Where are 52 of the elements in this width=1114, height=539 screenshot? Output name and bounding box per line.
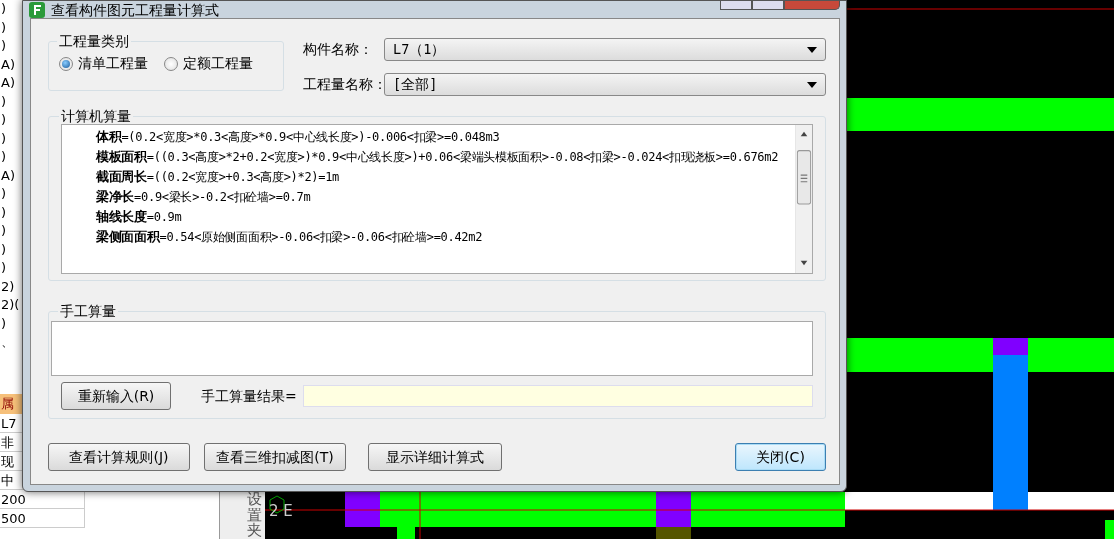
- dialog-button[interactable]: 查看计算规则(J): [48, 443, 190, 471]
- list-item[interactable]: 2)(: [0, 296, 20, 315]
- caret-icon: [807, 46, 817, 53]
- list-item[interactable]: ): [0, 148, 7, 167]
- list-item[interactable]: ): [0, 37, 7, 56]
- radio-option[interactable]: 定额工程量: [164, 53, 253, 74]
- list-item[interactable]: 2): [0, 277, 15, 296]
- list-item[interactable]: ): [0, 203, 7, 222]
- formula-line: 轴线长度=0.9m: [95, 208, 183, 226]
- canvas-label: 2 E: [269, 501, 293, 522]
- property-cell: 500: [0, 508, 85, 528]
- quantity-dropdown[interactable]: [全部]: [384, 73, 826, 96]
- list-item[interactable]: ): [0, 222, 7, 241]
- app-icon: [29, 1, 45, 18]
- list-item[interactable]: ): [0, 92, 7, 111]
- dialog-button[interactable]: 关闭(C): [735, 443, 826, 471]
- formula-line: 梁侧面面积=0.54<原始侧面面积>-0.06<扣梁>-0.06<扣砼墙>=0.42m2: [95, 228, 484, 246]
- list-item[interactable]: ): [0, 185, 7, 204]
- dialog-button[interactable]: 显示详细计算式: [368, 443, 502, 471]
- toolbar-label: 设置夹: [247, 491, 262, 539]
- result-label: 手工算量结果=: [201, 386, 297, 406]
- list-item[interactable]: 、: [0, 333, 14, 352]
- formula-line: 梁净长=0.9<梁长>-0.2<扣砼墙>=0.7m: [95, 188, 312, 206]
- list-item[interactable]: ): [0, 129, 7, 148]
- field-label: 工程量名称：: [303, 75, 384, 94]
- manual-input-field[interactable]: [51, 321, 813, 376]
- group-title: 工程量类别: [58, 33, 130, 49]
- list-item[interactable]: A): [0, 166, 15, 185]
- formula-line: 体积=(0.2<宽度>*0.3<高度>*0.9<中心线长度>)-0.006<扣梁>=0.048m3: [94, 128, 501, 146]
- list-item[interactable]: A): [0, 74, 15, 93]
- window-title: 查看构件图元工程量计算式: [51, 1, 219, 18]
- list-item[interactable]: ): [0, 314, 7, 333]
- component-dropdown[interactable]: L7（1）: [384, 38, 826, 61]
- list-item[interactable]: A): [0, 55, 15, 74]
- list-item[interactable]: ): [0, 111, 7, 130]
- formula-line: 模板面积=((0.3<高度>*2+0.2<宽度>)*0.9<中心线长度>)+0.06<梁端头模板面积>-0.08<扣梁>-0.024<扣现浇板>=0.676m2: [94, 148, 780, 166]
- caret-icon: [807, 81, 817, 88]
- formula-line: 截面周长=((0.2<宽度>+0.3<高度>)*2)=1m: [95, 168, 341, 186]
- radio-option[interactable]: 清单工程量: [59, 53, 148, 74]
- field-label: 构件名称：: [303, 40, 374, 59]
- minimize-button[interactable]: [720, 1, 752, 10]
- dialog-button[interactable]: 查看三维扣减图(T): [204, 443, 346, 471]
- list-item[interactable]: ): [0, 259, 7, 278]
- maximize-button[interactable]: [752, 1, 784, 10]
- list-item[interactable]: ): [0, 240, 7, 259]
- group-title: 计算机算量: [60, 108, 132, 124]
- list-item[interactable]: ): [0, 18, 7, 37]
- result-field[interactable]: [302, 385, 813, 407]
- list-item[interactable]: ): [0, 0, 7, 19]
- scrollbar[interactable]: [795, 125, 812, 273]
- reenter-button[interactable]: 重新输入(R): [61, 382, 171, 410]
- group-title: 手工算量: [59, 303, 117, 319]
